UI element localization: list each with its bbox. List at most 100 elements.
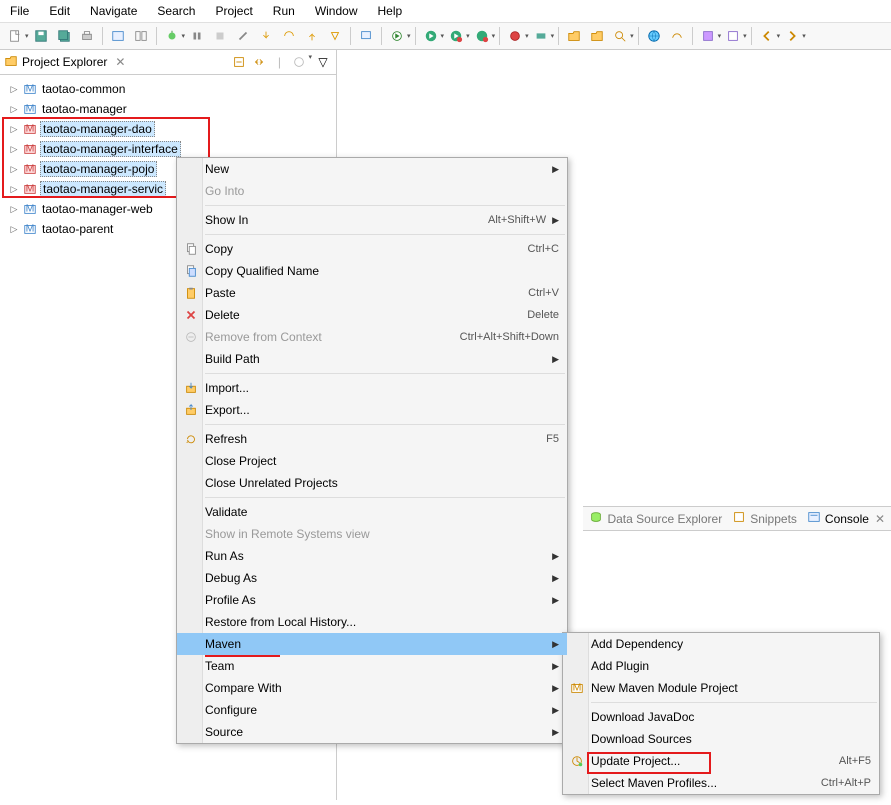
save-all-button[interactable] <box>53 25 75 47</box>
step-into-button[interactable] <box>255 25 277 47</box>
back-button[interactable] <box>756 25 778 47</box>
dropdown-arrow-icon[interactable]: ▾ <box>182 32 186 40</box>
menu-item-run-as[interactable]: Run As▶ <box>177 545 567 567</box>
tab-data-source-explorer[interactable]: Data Source Explorer <box>589 510 722 527</box>
menu-item-copy-qualified-name[interactable]: Copy Qualified Name <box>177 260 567 282</box>
external-tools-button[interactable] <box>504 25 526 47</box>
dropdown-arrow-icon[interactable]: ▾ <box>25 32 29 40</box>
menu-item-add-dependency[interactable]: Add Dependency <box>563 633 879 655</box>
dropdown-arrow-icon[interactable]: ▾ <box>466 32 470 40</box>
debug-button[interactable] <box>161 25 183 47</box>
search-button[interactable] <box>609 25 631 47</box>
menu-item-restore-from-local-history[interactable]: Restore from Local History... <box>177 611 567 633</box>
remote-systems-button[interactable] <box>355 25 377 47</box>
dropdown-arrow-icon[interactable]: ▾ <box>802 32 806 40</box>
task-list-button[interactable] <box>697 25 719 47</box>
menu-project[interactable]: Project <box>207 2 260 20</box>
menu-item-paste[interactable]: PasteCtrl+V <box>177 282 567 304</box>
menu-run[interactable]: Run <box>265 2 303 20</box>
tree-item-label[interactable]: taotao-common <box>40 82 127 96</box>
menu-help[interactable]: Help <box>370 2 411 20</box>
dropdown-arrow-icon[interactable]: ▾ <box>441 32 445 40</box>
step-over-button[interactable] <box>278 25 300 47</box>
print-button[interactable] <box>76 25 98 47</box>
dropdown-arrow-icon[interactable]: ▾ <box>525 32 529 40</box>
link-selection-button[interactable] <box>130 25 152 47</box>
start-server-button[interactable] <box>386 25 408 47</box>
context-button[interactable] <box>722 25 744 47</box>
menu-item-show-in[interactable]: Show InAlt+Shift+W▶ <box>177 209 567 231</box>
dropdown-arrow-icon[interactable]: ▾ <box>492 32 496 40</box>
tab-snippets[interactable]: Snippets <box>732 510 797 527</box>
menu-edit[interactable]: Edit <box>41 2 78 20</box>
close-icon[interactable]: ✕ <box>875 512 885 526</box>
dropdown-arrow-icon[interactable]: ▾ <box>743 32 747 40</box>
menu-item-new[interactable]: New▶ <box>177 158 567 180</box>
menu-item-close-unrelated-projects[interactable]: Close Unrelated Projects <box>177 472 567 494</box>
tree-item-label[interactable]: taotao-manager-dao <box>40 121 155 137</box>
save-button[interactable] <box>30 25 52 47</box>
menu-item-validate[interactable]: Validate <box>177 501 567 523</box>
dropdown-arrow-icon[interactable]: ▾ <box>630 32 634 40</box>
disconnect-button[interactable] <box>232 25 254 47</box>
menu-item-select-maven-profiles[interactable]: Select Maven Profiles...Ctrl+Alt+P <box>563 772 879 794</box>
tree-item: ▷Mtaotao-common <box>2 79 334 99</box>
menu-item-source[interactable]: Source▶ <box>177 721 567 743</box>
tree-item-label[interactable]: taotao-manager-pojo <box>40 161 157 177</box>
new-button[interactable] <box>4 25 26 47</box>
dropdown-arrow-icon[interactable]: ▾ <box>308 53 312 71</box>
menu-item-close-project[interactable]: Close Project <box>177 450 567 472</box>
dropdown-arrow-icon[interactable]: ▾ <box>777 32 781 40</box>
menu-window[interactable]: Window <box>307 2 366 20</box>
menu-item-download-sources[interactable]: Download Sources <box>563 728 879 750</box>
dropdown-arrow-icon[interactable]: ▾ <box>551 32 555 40</box>
focus-task-icon[interactable] <box>290 53 308 71</box>
step-return-button[interactable] <box>301 25 323 47</box>
web-browser-button[interactable] <box>643 25 665 47</box>
drop-frame-button[interactable] <box>324 25 346 47</box>
menu-item-build-path[interactable]: Build Path▶ <box>177 348 567 370</box>
tab-console[interactable]: Console✕ <box>807 510 885 527</box>
menu-item-update-project[interactable]: Update Project...Alt+F5 <box>563 750 879 772</box>
menu-item-export[interactable]: Export... <box>177 399 567 421</box>
menu-item-copy[interactable]: CopyCtrl+C <box>177 238 567 260</box>
tree-item-label[interactable]: taotao-manager <box>40 102 129 116</box>
tree-item-label[interactable]: taotao-manager-interface <box>40 141 181 157</box>
profile-as-button[interactable] <box>471 25 493 47</box>
collapse-all-icon[interactable] <box>230 53 248 71</box>
menu-item-debug-as[interactable]: Debug As▶ <box>177 567 567 589</box>
menu-item-configure[interactable]: Configure▶ <box>177 699 567 721</box>
link-editor-icon[interactable] <box>250 53 268 71</box>
menu-item-profile-as[interactable]: Profile As▶ <box>177 589 567 611</box>
menu-search[interactable]: Search <box>149 2 203 20</box>
stop-button[interactable] <box>209 25 231 47</box>
menu-item-compare-with[interactable]: Compare With▶ <box>177 677 567 699</box>
menu-item-maven[interactable]: Maven▶ <box>177 633 567 655</box>
tree-item-label[interactable]: taotao-manager-web <box>40 202 155 216</box>
menu-item-add-plugin[interactable]: Add Plugin <box>563 655 879 677</box>
new-server-button[interactable] <box>530 25 552 47</box>
menu-item-refresh[interactable]: RefreshF5 <box>177 428 567 450</box>
tree-item-label[interactable]: taotao-manager-servic <box>40 181 166 197</box>
tomcat-button[interactable] <box>666 25 688 47</box>
debug-as-button[interactable] <box>420 25 442 47</box>
skip-breakpoints-button[interactable] <box>186 25 208 47</box>
toggle-breadcrumb-button[interactable] <box>107 25 129 47</box>
tree-item-label[interactable]: taotao-parent <box>40 222 115 236</box>
close-icon[interactable]: ✕ <box>115 55 125 69</box>
menu-item-label: Close Project <box>205 454 559 468</box>
view-menu-icon[interactable]: ▽ <box>314 53 332 71</box>
menu-file[interactable]: File <box>2 2 37 20</box>
menu-item-team[interactable]: Team▶ <box>177 655 567 677</box>
open-project-button[interactable] <box>586 25 608 47</box>
menu-item-delete[interactable]: DeleteDelete <box>177 304 567 326</box>
menu-navigate[interactable]: Navigate <box>82 2 145 20</box>
dropdown-arrow-icon[interactable]: ▾ <box>407 32 411 40</box>
dropdown-arrow-icon[interactable]: ▾ <box>718 32 722 40</box>
menu-item-download-javadoc[interactable]: Download JavaDoc <box>563 706 879 728</box>
open-resource-button[interactable] <box>563 25 585 47</box>
run-as-button[interactable] <box>445 25 467 47</box>
menu-item-import[interactable]: Import... <box>177 377 567 399</box>
menu-item-new-maven-module-project[interactable]: MNew Maven Module Project <box>563 677 879 699</box>
forward-button[interactable] <box>781 25 803 47</box>
